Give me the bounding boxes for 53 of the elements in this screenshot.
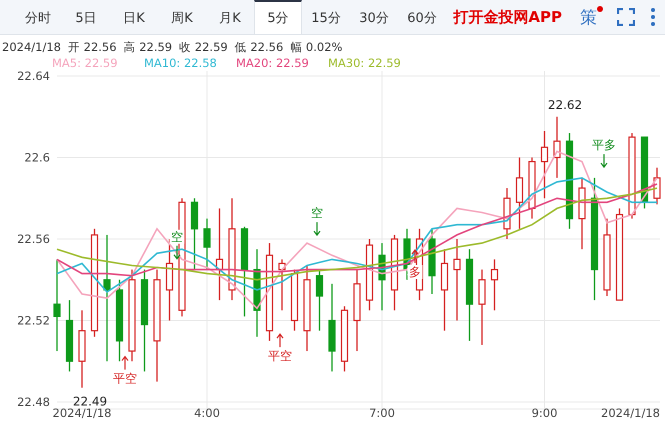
candlestick <box>103 234 111 362</box>
x-axis-label: 9:00 <box>532 406 558 420</box>
tab[interactable]: 月K <box>206 0 254 34</box>
up-arrow-icon <box>276 333 284 348</box>
tab[interactable]: 周K <box>158 0 206 34</box>
legend-label: MA20: 22.59 <box>236 56 310 71</box>
legend-label: MA10: 22.58 <box>144 56 218 71</box>
candlestick <box>540 130 548 199</box>
signal-label: 平多 <box>592 138 616 152</box>
signal-label: 平空 <box>268 349 292 364</box>
strategy-button[interactable]: 策 <box>580 6 601 28</box>
candlestick <box>316 268 324 332</box>
tab[interactable]: 分时 <box>14 0 62 34</box>
tab[interactable]: 15分 <box>302 0 350 34</box>
y-axis-label: 22.48 <box>17 395 50 409</box>
tab[interactable]: 60分 <box>398 0 446 34</box>
legend-label: MA5: 22.59 <box>52 56 119 71</box>
x-axis-label: 2024/1/18 <box>601 406 660 420</box>
candlestick <box>453 238 461 322</box>
price-marker-label: 22.62 <box>548 98 582 112</box>
price-marker-label: 22.49 <box>72 394 108 409</box>
quote-field: 开 22.56 <box>68 40 117 56</box>
y-axis-label: 22.64 <box>17 71 50 83</box>
quote-field: 幅 0.02% <box>290 40 342 56</box>
quote-field: 收 22.59 <box>179 40 228 56</box>
quote-field: 2024/1/18 <box>2 40 61 56</box>
tab[interactable]: 5分 <box>254 0 302 34</box>
x-axis-label: 2024/1/18 <box>52 406 112 420</box>
quote-field: 高 22.59 <box>124 40 172 56</box>
y-axis-label: 22.56 <box>17 232 50 246</box>
quote-field: 低 22.56 <box>234 40 284 56</box>
tab[interactable]: 5日 <box>62 0 110 34</box>
y-axis-label: 22.6 <box>24 150 50 164</box>
y-axis-label: 22.52 <box>17 314 50 328</box>
fullscreen-icon[interactable] <box>617 8 635 26</box>
x-axis-label: 7:00 <box>369 406 395 420</box>
x-axis-label: 4:00 <box>194 406 220 420</box>
tab[interactable]: 日K <box>110 0 158 34</box>
candlestick <box>203 218 211 270</box>
app-link[interactable]: 打开金投网APP <box>453 8 562 26</box>
down-arrow-icon <box>600 153 608 168</box>
up-arrow-icon <box>121 356 129 370</box>
more-menu-icon[interactable] <box>651 8 655 26</box>
down-arrow-icon <box>313 222 321 236</box>
candlestick <box>490 258 498 311</box>
candlestick <box>53 258 61 352</box>
tab[interactable]: 30分 <box>350 0 398 34</box>
signal-label: 空 <box>311 206 323 220</box>
legend-label: MA30: 22.59 <box>328 56 402 71</box>
down-arrow-icon <box>173 245 181 260</box>
signal-label: 多 <box>409 265 421 279</box>
signal-label: 空 <box>171 230 183 244</box>
signal-label: 平空 <box>113 372 137 386</box>
